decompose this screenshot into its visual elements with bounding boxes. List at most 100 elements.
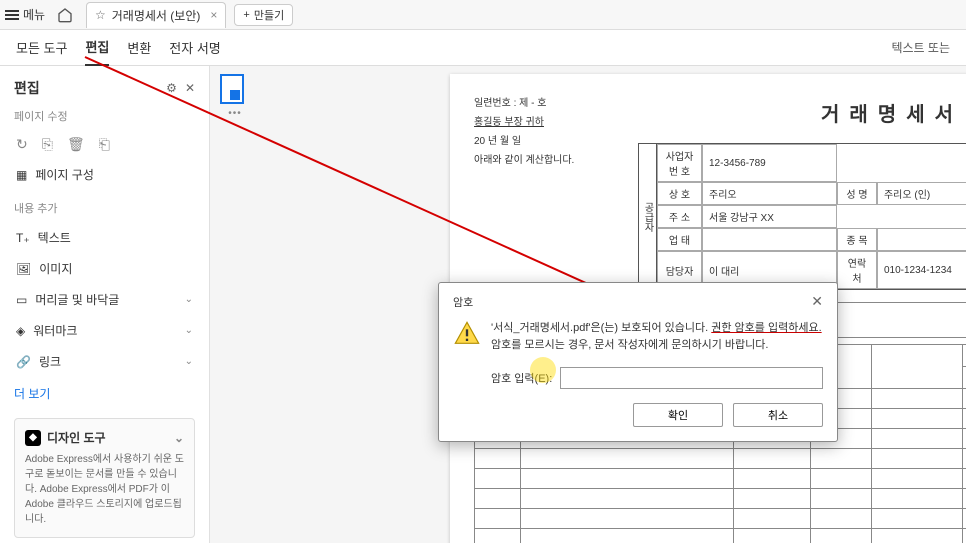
owner-header: 성 명	[837, 182, 877, 205]
header-footer-icon: ▭	[16, 293, 27, 307]
password-input-label: 암호 입력(E):	[491, 370, 552, 386]
chevron-down-icon: ⌄	[185, 294, 193, 305]
tel-header: 연락처	[837, 251, 877, 289]
chevron-down-icon: ⌄	[185, 325, 193, 336]
table-row	[475, 489, 966, 509]
detail-amount-header: 거 래 금 액	[963, 345, 966, 367]
organize-icon: ▦	[16, 168, 27, 182]
supply-cell: 530,000	[963, 409, 966, 429]
ok-button[interactable]: 확인	[633, 403, 723, 427]
supplier-vertical-label: 공급자	[639, 144, 657, 289]
document-tab[interactable]: ☆ 거래명세서 (보안) ×	[86, 2, 226, 28]
biz-type-value	[702, 228, 837, 251]
home-button[interactable]	[50, 7, 80, 23]
doc-recipient: 홍길동 부장 귀하	[474, 113, 614, 132]
biz-kind-value	[877, 228, 966, 251]
menu-label: 메뉴	[23, 6, 45, 23]
sidebar-item-label: 링크	[39, 353, 61, 370]
sidebar: 편집 ⚙ ✕ 페이지 수정 ↻ ⎘ 🗑 ⎗ ▦ 페이지 구성 내용 추가 T₊ …	[0, 66, 210, 543]
thumbnail-strip: ↖ •••	[220, 74, 250, 119]
sidebar-item-organize[interactable]: ▦ 페이지 구성	[14, 159, 195, 190]
image-icon: 🖼	[16, 262, 31, 276]
close-panel-icon[interactable]: ✕	[185, 81, 195, 95]
owner-value: 주리오 (인)	[877, 182, 966, 205]
insert-icon[interactable]: ⎗	[99, 136, 110, 153]
thumb-more-icon[interactable]: •••	[220, 108, 250, 119]
biz-no-header: 사업자 번 호	[657, 144, 702, 182]
doc-serial: 일련번호 : 제 - 호	[474, 94, 614, 113]
star-icon: ☆	[95, 8, 106, 22]
tab-title: 거래명세서 (보안)	[112, 7, 201, 24]
tab-edit[interactable]: 편집	[85, 29, 109, 66]
supply-header: 공급가액	[963, 367, 966, 389]
rotate-icon[interactable]: ↻	[16, 136, 28, 153]
table-row	[475, 449, 966, 469]
addr-header: 주 소	[657, 205, 702, 228]
table-row	[475, 529, 966, 543]
sidebar-item-link[interactable]: 🔗 링크 ⌄	[14, 346, 195, 377]
tel-value: 010-1234-1234	[877, 251, 966, 289]
chevron-down-icon: ⌄	[185, 356, 193, 367]
sidebar-item-image[interactable]: 🖼 이미지	[14, 253, 195, 284]
design-card-body: Adobe Express에서 사용하기 쉬운 도구로 돋보이는 문서를 만들 …	[25, 452, 184, 527]
biz-type-header: 업 태	[657, 228, 702, 251]
sidebar-item-watermark[interactable]: ◈ 워터마크 ⌄	[14, 315, 195, 346]
company-name-header: 상 호	[657, 182, 702, 205]
addr-value: 서울 강남구 XX	[702, 205, 837, 228]
link-icon: 🔗	[16, 355, 31, 369]
supply-cell: 870,000	[963, 389, 966, 409]
doc-date: 20 년 월 일	[474, 132, 614, 151]
design-card-title: 디자인 도구	[47, 429, 106, 446]
watermark-icon: ◈	[16, 324, 25, 338]
table-row	[475, 469, 966, 489]
section-content-label: 내용 추가	[14, 200, 195, 216]
cancel-button[interactable]: 취소	[733, 403, 823, 427]
sidebar-item-label: 워터마크	[33, 322, 77, 339]
more-link[interactable]: 더 보기	[14, 385, 50, 402]
doc-calc-line: 아래와 같이 계산합니다.	[474, 151, 614, 170]
sidebar-item-header-footer[interactable]: ▭ 머리글 및 바닥글 ⌄	[14, 284, 195, 315]
sidebar-item-label: 텍스트	[38, 229, 71, 246]
sidebar-title: 편집	[14, 78, 40, 98]
toolbar: 모든 도구 편집 변환 전자 서명 텍스트 또는	[0, 30, 966, 66]
sidebar-item-label: 머리글 및 바닥글	[35, 291, 119, 308]
new-tab-button[interactable]: + 만들기	[234, 4, 293, 26]
password-dialog: 암호 ✕ '서식_거래명세서.pdf'은(는) 보호되어 있습니다. 권한 암호…	[438, 282, 838, 442]
dialog-msg-underlined: 권한 암호를 입력하세요.	[711, 322, 821, 334]
warning-icon	[453, 320, 481, 348]
delete-icon[interactable]: 🗑	[67, 136, 85, 153]
plus-icon: +	[243, 9, 249, 21]
company-name-value: 주리오	[702, 182, 837, 205]
chevron-down-icon: ⌄	[174, 431, 184, 445]
sidebar-item-text[interactable]: T₊ 텍스트	[14, 222, 195, 253]
cursor-icon: ↖	[233, 92, 241, 103]
section-pages-label: 페이지 수정	[14, 108, 195, 124]
design-tools-card[interactable]: ◆ 디자인 도구 ⌄ Adobe Express에서 사용하기 쉬운 도구로 돋…	[14, 418, 195, 538]
dialog-close-icon[interactable]: ✕	[811, 293, 823, 310]
tab-all-tools[interactable]: 모든 도구	[16, 30, 67, 65]
biz-kind-header: 종 목	[837, 228, 877, 251]
toolbar-hint: 텍스트 또는	[891, 31, 950, 64]
menu-button[interactable]: 메뉴	[0, 0, 50, 29]
organize-label: 페이지 구성	[35, 166, 94, 183]
tab-esign[interactable]: 전자 서명	[169, 30, 220, 65]
home-icon	[57, 7, 73, 23]
new-tab-label: 만들기	[254, 7, 284, 23]
table-row	[475, 509, 966, 529]
gear-icon[interactable]: ⚙	[166, 81, 177, 95]
supplier-box: 공급자 사업자 번 호 12-3456-789 상 호 주리오 성 명 주리오 …	[638, 143, 966, 290]
dialog-msg-a: '서식_거래명세서.pdf'은(는) 보호되어 있습니다.	[491, 322, 711, 334]
titlebar: 메뉴 ☆ 거래명세서 (보안) × + 만들기	[0, 0, 966, 30]
doc-title: 거래명세서	[638, 98, 966, 127]
extract-icon[interactable]: ⎘	[42, 136, 53, 153]
close-tab-icon[interactable]: ×	[210, 8, 217, 22]
dialog-message: '서식_거래명세서.pdf'은(는) 보호되어 있습니다. 권한 암호를 입력하…	[491, 320, 823, 353]
hamburger-icon	[5, 10, 19, 20]
tab-convert[interactable]: 변환	[127, 30, 151, 65]
password-input[interactable]	[560, 367, 823, 389]
text-icon: T₊	[16, 231, 30, 245]
dialog-msg-b: 암호를 모르시는 경우, 문서 작성자에게 문의하시기 바랍니다.	[491, 339, 768, 351]
biz-no-value: 12-3456-789	[702, 144, 837, 182]
page-thumbnail[interactable]: ↖	[220, 74, 244, 104]
dialog-title: 암호	[453, 294, 473, 310]
